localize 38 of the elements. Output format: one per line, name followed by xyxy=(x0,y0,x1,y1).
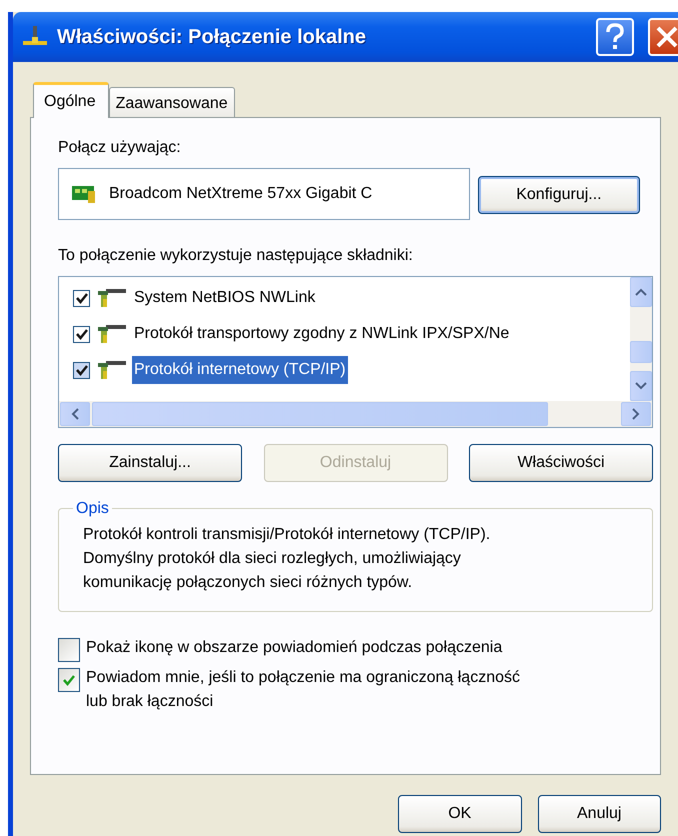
ok-button[interactable]: OK xyxy=(398,795,522,833)
window-title: Właściwości: Połączenie lokalne xyxy=(57,25,368,50)
check-icon xyxy=(76,292,88,304)
checkbox[interactable] xyxy=(58,638,80,662)
checkbox[interactable] xyxy=(73,326,90,342)
adapter-name: Broadcom NetXtreme 57xx Gigabit C xyxy=(109,184,372,204)
description-text: Protokół kontroli transmisji/Protokół internetowy (TCP/IP). Domyślny protokół dla sieci rozległych, umożliwiający komunikację połączonych sieci różnych typów. xyxy=(83,525,492,593)
network-card-icon xyxy=(71,183,97,205)
scroll-thumb[interactable] xyxy=(92,402,548,426)
list-item[interactable]: Protokół transportowy zgodny z NWLink IPX/SPX/Ne xyxy=(132,320,512,348)
vertical-scrollbar[interactable] xyxy=(630,277,652,401)
components-label: To połączenie wykorzystuje następujące składniki: xyxy=(58,246,414,266)
option-label: Powiadom mnie, jeśli to połączenie ma ograniczoną łączność lub brak łączności xyxy=(86,668,520,712)
horizontal-scrollbar[interactable] xyxy=(59,401,652,427)
tab[interactable]: Zaawansowane xyxy=(108,87,235,117)
check-icon xyxy=(76,328,88,340)
checkbox[interactable] xyxy=(73,290,90,306)
close-icon xyxy=(655,25,678,49)
protocol-icon xyxy=(96,359,126,381)
action-button[interactable]: Właściwości xyxy=(469,444,653,482)
option-label: Pokaż ikonę w obszarze powiadomień podczas połączenia xyxy=(86,638,502,658)
close-button[interactable] xyxy=(648,18,678,56)
action-button[interactable]: Zainstaluj... xyxy=(58,444,242,482)
help-button[interactable] xyxy=(596,18,634,56)
cancel-button[interactable]: Anuluj xyxy=(538,795,661,833)
checkbox[interactable] xyxy=(58,668,80,692)
connect-using-label: Połącz używając: xyxy=(58,138,182,158)
checkbox[interactable] xyxy=(73,362,90,378)
tab[interactable]: Ogólne xyxy=(33,82,109,118)
protocol-icon xyxy=(96,287,126,309)
configure-button[interactable]: Konfiguruj... xyxy=(478,176,640,214)
help-icon xyxy=(605,23,625,51)
list-item[interactable]: System NetBIOS NWLink xyxy=(132,284,318,312)
check-icon xyxy=(63,674,75,686)
protocol-icon xyxy=(96,323,126,345)
check-icon xyxy=(76,364,88,376)
scroll-thumb[interactable] xyxy=(630,341,652,363)
list-item[interactable]: Protokół internetowy (TCP/IP) xyxy=(132,356,348,384)
